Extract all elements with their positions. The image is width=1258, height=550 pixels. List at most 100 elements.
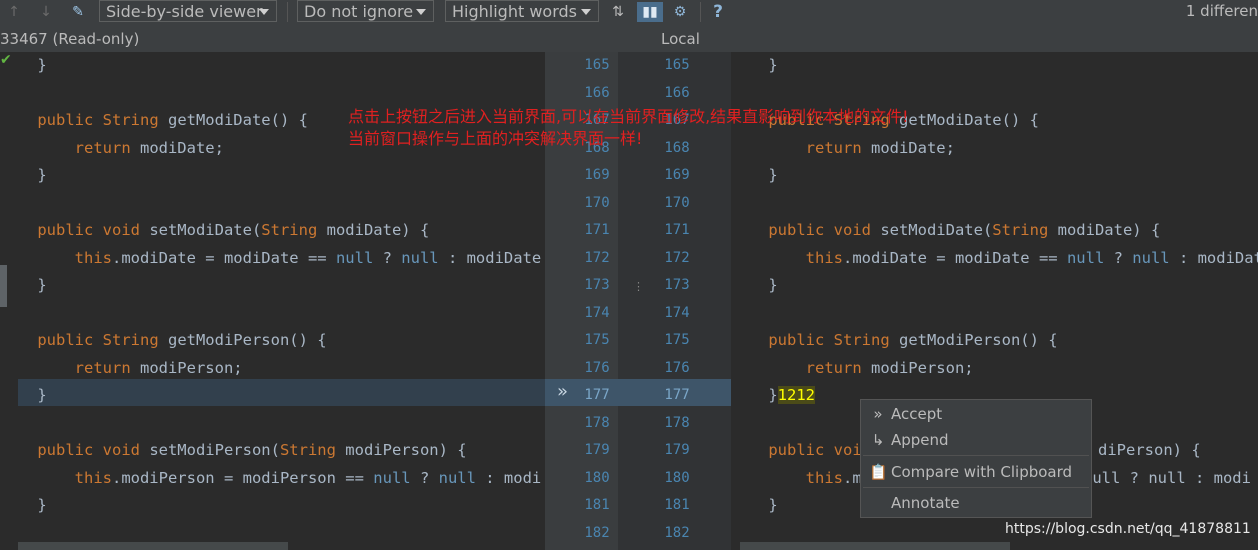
- code-type: String: [261, 221, 327, 239]
- left-line-number: 170: [584, 194, 610, 211]
- left-line-number: 182: [584, 524, 610, 541]
- code-line: return modiPerson;: [731, 355, 1258, 381]
- code-text: ?: [373, 248, 402, 267]
- code-type: String: [992, 221, 1058, 239]
- code-text: }: [731, 496, 778, 514]
- watermark: https://blog.csdn.net/qq_41878811: [1005, 521, 1251, 537]
- append-icon: ↳: [871, 431, 885, 449]
- code-text: modiDate) {: [1057, 221, 1161, 239]
- code-keyword: public: [731, 331, 834, 349]
- code-line: public void setModiDate(String modiDate)…: [0, 217, 545, 243]
- code-line: }: [0, 52, 545, 78]
- left-line-number: 178: [584, 414, 610, 431]
- code-line: }: [0, 382, 545, 408]
- code-text: }: [731, 386, 778, 404]
- next-difference-icon[interactable]: ↓: [36, 2, 56, 22]
- code-text: diPerson) {: [1098, 441, 1201, 459]
- menu-item-append[interactable]: ↳ Append: [861, 427, 1091, 453]
- code-line: return modiPerson;: [0, 355, 545, 381]
- clipboard-icon: 📋: [869, 463, 888, 481]
- previous-difference-icon[interactable]: ↑: [4, 2, 24, 22]
- code-literal: null: [335, 248, 374, 267]
- sync-scroll-icon[interactable]: ▮▮: [637, 2, 663, 22]
- code-text: .modiDate = modiDate ==: [111, 248, 336, 267]
- right-horizontal-scrollbar[interactable]: [740, 542, 1010, 550]
- code-text: setModiPerson(: [149, 441, 280, 459]
- code-text: : modi: [475, 468, 542, 487]
- accept-icon: »: [873, 405, 883, 423]
- code-type: String: [833, 331, 899, 349]
- code-keyword: public void: [731, 221, 881, 239]
- viewer-mode-label: Side-by-side viewer: [106, 2, 263, 21]
- code-keyword: public: [0, 331, 103, 349]
- code-text: ?: [1104, 248, 1133, 267]
- highlight-mode-label: Highlight words: [452, 2, 577, 21]
- code-literal: null: [373, 468, 411, 487]
- help-icon[interactable]: ?: [708, 2, 728, 22]
- menu-item-compare-clipboard[interactable]: 📋 Compare with Clipboard: [861, 459, 1091, 485]
- right-line-number: 173: [664, 277, 690, 293]
- ignore-whitespace-label: Do not ignore: [304, 2, 414, 21]
- left-line-number: 179: [584, 442, 610, 458]
- left-line-number: 174: [584, 304, 610, 321]
- context-menu: » Accept ↳ Append 📋 Compare with Clipboa…: [860, 399, 1092, 518]
- right-line-number: 181: [664, 497, 690, 513]
- code-line: public String getModiPerson() {: [0, 327, 545, 353]
- left-horizontal-scrollbar[interactable]: [18, 542, 288, 550]
- left-line-number: 169: [584, 167, 610, 183]
- code-line: public String getModiPerson() {: [731, 327, 1258, 353]
- annotation-text: 点击上按钮之后进入当前界面,可以在当前界面修改,结果直影响到你本地的文件! 当前…: [348, 106, 909, 150]
- right-line-number: 182: [664, 524, 690, 541]
- splitter-grip-icon[interactable]: ⋮: [633, 280, 644, 293]
- code-text: setModiDate(: [149, 221, 262, 239]
- menu-item-accept[interactable]: » Accept: [861, 401, 1091, 427]
- code-text: .m: [842, 468, 862, 487]
- right-line-number: 165: [664, 57, 690, 73]
- code-keyword: return: [0, 358, 140, 377]
- code-text: modiPerson;: [870, 358, 974, 377]
- code-text: }: [731, 276, 778, 294]
- chevron-down-icon: [416, 9, 426, 15]
- highlight-mode-dropdown[interactable]: Highlight words: [445, 0, 599, 22]
- code-text: getModiPerson() {: [898, 331, 1058, 349]
- code-keyword: public void: [0, 441, 150, 459]
- viewer-mode-dropdown[interactable]: Side-by-side viewer: [99, 0, 277, 22]
- code-text: setModiDate(: [880, 221, 993, 239]
- code-text: : modiDate: [438, 248, 542, 267]
- code-keyword: public: [0, 111, 103, 129]
- collapse-unchanged-icon[interactable]: ⇅: [608, 2, 628, 22]
- left-marker: [0, 265, 7, 307]
- right-line-number: 170: [664, 194, 690, 211]
- menu-item-label: Accept: [891, 405, 943, 423]
- code-keyword: this: [0, 468, 112, 487]
- menu-item-label: Annotate: [891, 494, 960, 512]
- code-line: }: [731, 162, 1258, 188]
- code-text: null ? null : modi: [1083, 468, 1251, 487]
- code-line: this.modiPerson = modiPerson == null ? n…: [0, 465, 545, 491]
- menu-separator: [863, 455, 1089, 456]
- gear-icon[interactable]: ⚙: [670, 2, 690, 22]
- code-line: public void setModiPerson(String modiPer…: [0, 437, 545, 463]
- chevron-down-icon: [259, 9, 269, 15]
- edit-source-icon[interactable]: ✎: [68, 2, 88, 22]
- code-text: getModiPerson() {: [167, 331, 327, 349]
- left-line-number: 181: [584, 497, 610, 513]
- code-type: String: [279, 441, 346, 459]
- left-line-number: 177: [584, 387, 610, 403]
- code-keyword: this: [731, 248, 843, 267]
- code-line: }: [0, 162, 545, 188]
- left-line-number: 171: [584, 222, 610, 238]
- ignore-whitespace-dropdown[interactable]: Do not ignore: [297, 0, 434, 22]
- chevron-down-icon: [581, 9, 591, 15]
- toolbar-divider: [287, 2, 288, 22]
- differences-count: 1 differen: [1185, 2, 1258, 20]
- menu-item-annotate[interactable]: Annotate: [861, 490, 1091, 516]
- code-line: }: [731, 52, 1258, 78]
- left-line-number: 175: [584, 332, 610, 348]
- code-line: }: [0, 492, 545, 518]
- code-line: }: [0, 272, 545, 298]
- code-keyword: this: [0, 248, 112, 267]
- left-pane-title: 33467 (Read-only): [0, 30, 140, 48]
- code-type: String: [102, 111, 168, 129]
- right-line-number: 176: [664, 359, 690, 376]
